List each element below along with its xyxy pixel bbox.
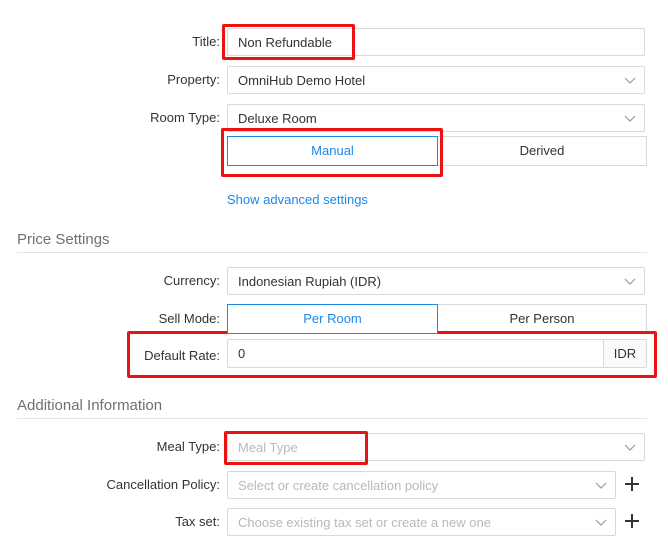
room-type-select[interactable]: Deluxe Room — [227, 104, 645, 132]
additional-info-heading: Additional Information — [17, 397, 163, 414]
tax-set-label: Tax set: — [175, 514, 220, 529]
default-rate-label: Default Rate: — [144, 348, 220, 363]
meal-type-select[interactable]: Meal Type — [227, 433, 645, 461]
manual-option[interactable]: Manual — [227, 136, 438, 166]
property-value: OmniHub Demo Hotel — [238, 73, 366, 88]
meal-type-placeholder: Meal Type — [238, 440, 298, 455]
add-tax-set-icon[interactable] — [625, 514, 639, 528]
per-room-option[interactable]: Per Room — [227, 304, 438, 334]
cancellation-policy-placeholder: Select or create cancellation policy — [238, 478, 439, 493]
property-label: Property: — [167, 72, 220, 87]
cancellation-policy-label: Cancellation Policy: — [106, 477, 220, 492]
add-cancellation-policy-icon[interactable] — [625, 477, 639, 491]
tax-set-placeholder: Choose existing tax set or create a new … — [238, 515, 491, 530]
currency-suffix: IDR — [603, 340, 646, 367]
sell-mode-label: Sell Mode: — [158, 311, 220, 326]
default-rate-value: 0 — [238, 346, 246, 361]
chevron-down-icon — [624, 278, 636, 285]
chevron-down-icon — [624, 115, 636, 122]
title-label: Title: — [192, 34, 220, 49]
currency-value: Indonesian Rupiah (IDR) — [238, 274, 382, 289]
price-settings-heading: Price Settings — [17, 231, 110, 248]
sell-mode-toggle: Per Room Per Person — [227, 304, 647, 334]
rate-mode-toggle: Manual Derived — [227, 136, 647, 166]
room-type-label: Room Type: — [150, 110, 220, 125]
chevron-down-icon — [595, 482, 607, 489]
title-input[interactable]: Non Refundable — [227, 28, 645, 56]
meal-type-label: Meal Type: — [156, 439, 220, 454]
room-type-value: Deluxe Room — [238, 111, 317, 126]
section-divider — [17, 418, 647, 419]
chevron-down-icon — [624, 444, 636, 451]
section-divider — [17, 252, 647, 253]
title-value: Non Refundable — [238, 35, 332, 50]
cancellation-policy-select[interactable]: Select or create cancellation policy — [227, 471, 616, 499]
show-advanced-settings-link[interactable]: Show advanced settings — [227, 192, 368, 208]
derived-option[interactable]: Derived — [437, 136, 647, 166]
tax-set-select[interactable]: Choose existing tax set or create a new … — [227, 508, 616, 536]
property-select[interactable]: OmniHub Demo Hotel — [227, 66, 645, 94]
currency-suffix-text: IDR — [613, 346, 637, 361]
currency-label: Currency: — [163, 273, 220, 288]
currency-select[interactable]: Indonesian Rupiah (IDR) — [227, 267, 645, 295]
chevron-down-icon — [624, 77, 636, 84]
chevron-down-icon — [595, 519, 607, 526]
per-person-option[interactable]: Per Person — [437, 304, 647, 334]
default-rate-input[interactable]: 0 IDR — [227, 339, 647, 368]
